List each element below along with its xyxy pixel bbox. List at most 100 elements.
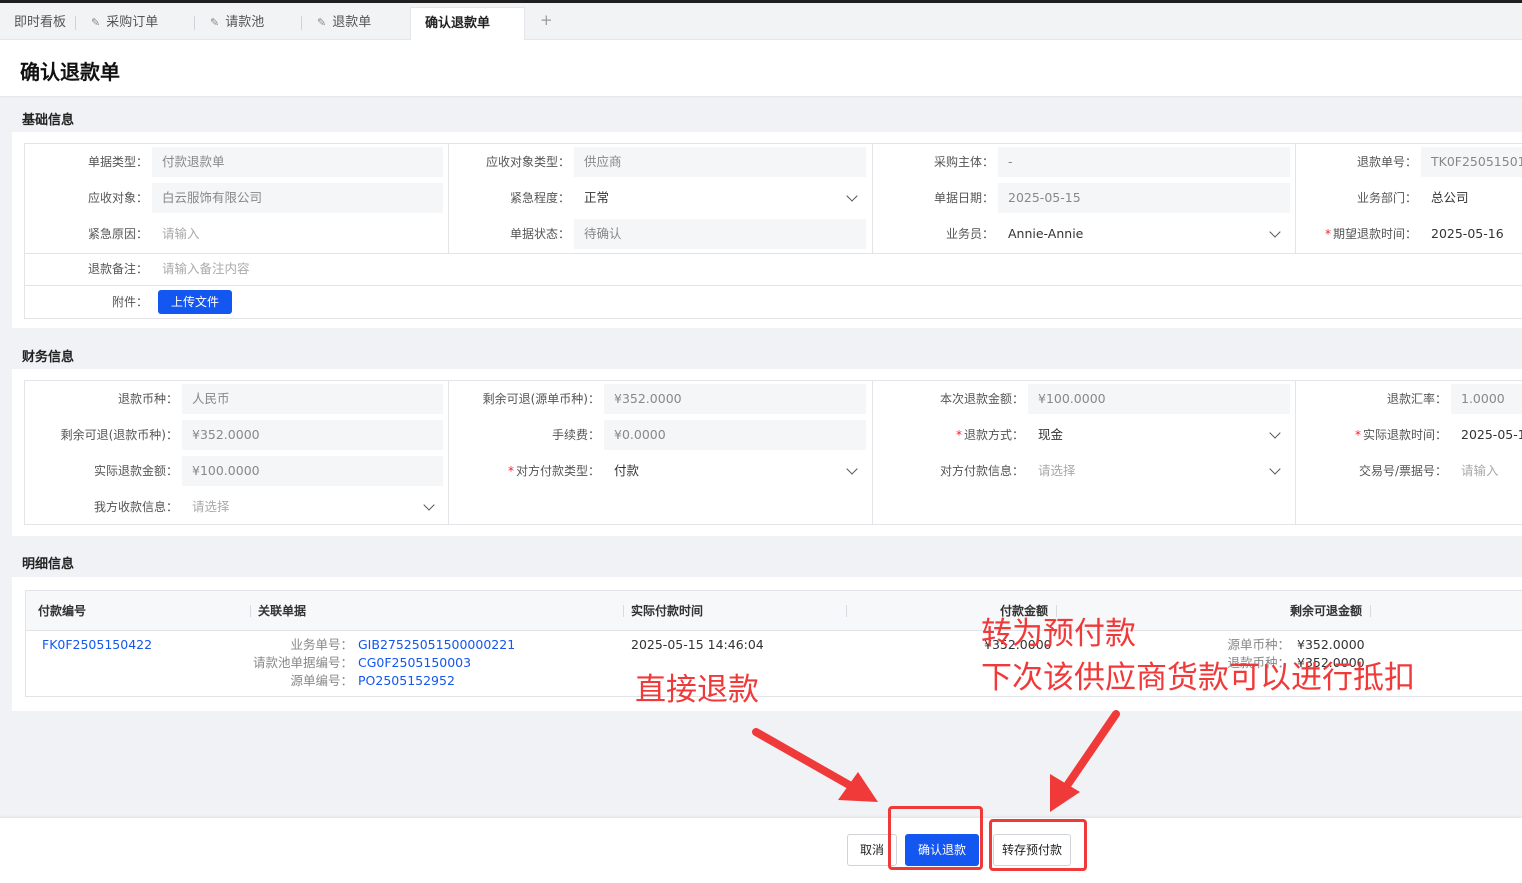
field-label-text: 期望退款时间：: [1332, 227, 1417, 241]
field-label: 紧急原因：: [87, 227, 148, 241]
field-label: 剩余可退(源单币种)：: [482, 392, 600, 406]
tab-request-pool[interactable]: ✎ 请款池: [196, 7, 302, 40]
counter-info-select[interactable]: 请选择: [1028, 456, 1290, 486]
tab-purchase-order[interactable]: ✎ 采购订单: [77, 7, 195, 40]
field-label: 应收对象：: [87, 191, 148, 205]
section-title-basic: 基础信息: [22, 113, 75, 128]
urgency-select[interactable]: 正常: [574, 183, 866, 213]
field-label: 退款单号：: [1356, 155, 1417, 169]
field-remain-refund: 剩余可退(退款币种)： ¥352.0000: [24, 420, 448, 450]
remain-refund-value: ¥352.0000: [182, 420, 443, 450]
add-tab-icon[interactable]: +: [540, 11, 553, 29]
field-our-info[interactable]: 我方收款信息： 请选择: [24, 492, 448, 522]
expected-time-picker[interactable]: 2025-05-16: [1421, 219, 1522, 249]
actual-time-picker[interactable]: 2025-05-1: [1451, 420, 1522, 450]
trade-no-input[interactable]: 请输入: [1451, 456, 1522, 486]
field-refund-no: 退款单号： TK0F25051501: [1295, 147, 1522, 177]
rel-value-link[interactable]: CG0F2505150003: [358, 654, 471, 672]
field-trade-no[interactable]: 交易号/票据号： 请输入: [1295, 456, 1522, 486]
tab-label: 采购订单: [106, 15, 159, 30]
column-header: 关联单据: [258, 604, 307, 618]
pay-no-link[interactable]: FK0F2505150422: [42, 636, 152, 654]
tab-confirm-refund[interactable]: 确认退款单: [410, 7, 525, 40]
field-urgent-reason[interactable]: 紧急原因： 请输入: [24, 219, 448, 249]
fee-value: ¥0.0000: [604, 420, 866, 450]
required-mark: *: [507, 464, 514, 478]
refund-no-value: TK0F25051501: [1421, 147, 1522, 177]
purchase-entity-value: -: [998, 147, 1290, 177]
field-label: 附件：: [111, 295, 148, 309]
page-header: 确认退款单: [0, 40, 1522, 96]
column-divider: [250, 605, 251, 617]
remain-label: 源单币种：: [1227, 637, 1290, 652]
rel-label: 源单编号：: [290, 673, 353, 688]
field-label: 业务员：: [945, 227, 994, 241]
field-label: 退款汇率：: [1386, 392, 1447, 406]
rel-value-link[interactable]: PO2505152952: [358, 672, 455, 690]
method-select[interactable]: 现金: [1028, 420, 1290, 450]
counter-type-select[interactable]: 付款: [604, 456, 866, 486]
doc-type-value: 付款退款单: [152, 147, 443, 177]
field-expected-time[interactable]: * 期望退款时间： 2025-05-16: [1295, 219, 1522, 249]
doc-status-value: 待确认: [574, 219, 866, 249]
field-counter-type[interactable]: * 对方付款类型： 付款: [448, 456, 872, 486]
column-divider: [1370, 605, 1371, 617]
page-title: 确认退款单: [20, 60, 120, 84]
tab-label: 即时看板: [14, 15, 67, 30]
field-department: 业务部门： 总公司: [1295, 183, 1522, 213]
remain-src-value: ¥352.0000: [604, 384, 866, 414]
this-amount-value: ¥100.0000: [1028, 384, 1290, 414]
our-info-select[interactable]: 请选择: [182, 492, 443, 522]
field-label-text: 实际退款时间：: [1362, 428, 1447, 442]
salesperson-select[interactable]: Annie-Annie: [998, 219, 1290, 249]
currency-value: 人民币: [182, 384, 443, 414]
field-actual-time[interactable]: * 实际退款时间： 2025-05-1: [1295, 420, 1522, 450]
field-label: 手续费：: [551, 428, 600, 442]
annotation-box-prepay: [989, 819, 1087, 871]
column-divider: [846, 605, 847, 617]
tab-label: 确认退款单: [425, 16, 491, 31]
rel-label: 请款池单据编号：: [252, 655, 353, 670]
upload-file-button[interactable]: 上传文件: [158, 290, 232, 314]
annotation-direct-refund: 直接退款: [635, 672, 759, 708]
field-method[interactable]: * 退款方式： 现金: [872, 420, 1296, 450]
rate-value: 1.0000: [1451, 384, 1522, 414]
remark-input[interactable]: 请输入备注内容: [152, 254, 552, 284]
field-salesperson[interactable]: 业务员： Annie-Annie: [872, 219, 1296, 249]
field-label: 业务部门：: [1356, 191, 1417, 205]
doc-date-value: 2025-05-15: [998, 183, 1290, 213]
required-mark: *: [1324, 227, 1331, 241]
field-label: 交易号/票据号：: [1358, 464, 1447, 478]
field-label: 我方收款信息：: [93, 500, 178, 514]
column-divider: [623, 605, 624, 617]
field-label: 单据日期：: [933, 191, 994, 205]
field-counter-info[interactable]: 对方付款信息： 请选择: [872, 456, 1296, 486]
field-remain-src: 剩余可退(源单币种)： ¥352.0000: [448, 384, 872, 414]
tab-bar: 即时看板 ✎ 采购订单 ✎ 请款池 ✎ 退款单 确认退款单 +: [0, 3, 1522, 40]
field-label: 紧急程度：: [509, 191, 570, 205]
tab-label: 请款池: [225, 15, 265, 30]
arrow-icon: [1050, 710, 1120, 812]
field-doc-status: 单据状态： 待确认: [448, 219, 872, 249]
table-header: 付款编号 关联单据 实际付款时间 付款金额 剩余可退金额: [26, 591, 1522, 631]
field-label: 应收对象类型：: [485, 155, 570, 169]
field-remark[interactable]: 退款备注： 请输入备注内容: [24, 254, 624, 284]
field-recv-target-type: 应收对象类型： 供应商: [448, 147, 872, 177]
tab-refund[interactable]: ✎ 退款单: [303, 7, 409, 40]
pin-icon: ✎: [317, 16, 327, 29]
column-header: 实际付款时间: [631, 604, 704, 618]
required-mark: *: [1354, 428, 1361, 442]
tab-dashboard[interactable]: 即时看板: [0, 7, 76, 40]
actual-amount-value: ¥100.0000: [182, 456, 443, 486]
field-urgency[interactable]: 紧急程度： 正常: [448, 183, 872, 213]
field-fee: 手续费： ¥0.0000: [448, 420, 872, 450]
field-this-amount: 本次退款金额： ¥100.0000: [872, 384, 1296, 414]
annotation-prepay-title: 转为预付款: [981, 616, 1136, 652]
field-label: * 实际退款时间：: [1295, 420, 1447, 450]
urgent-reason-input[interactable]: 请输入: [152, 219, 443, 249]
tab-label: 退款单: [332, 15, 372, 30]
column-header: 剩余可退金额: [1290, 604, 1363, 618]
field-label: 采购主体：: [933, 155, 994, 169]
field-label: * 期望退款时间：: [1295, 219, 1417, 249]
rel-value-link[interactable]: GIB27525051500000221: [358, 636, 515, 654]
